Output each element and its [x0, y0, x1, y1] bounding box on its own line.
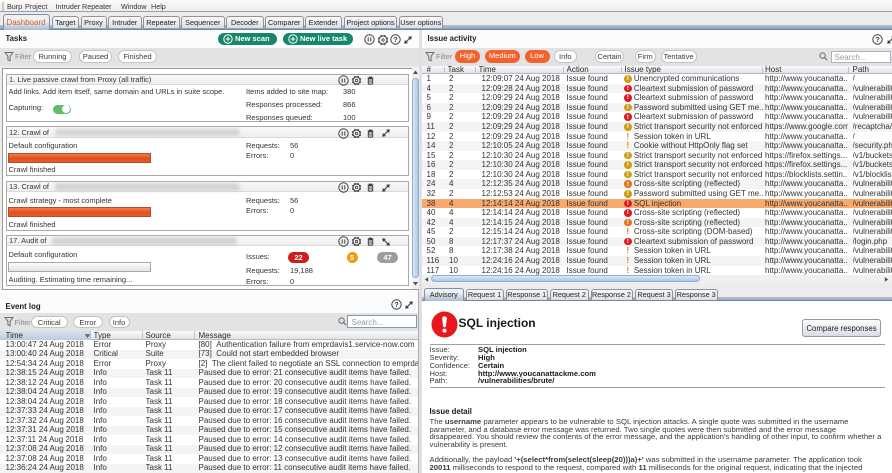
svg-text:?: ? [875, 35, 880, 44]
svg-text:?: ? [394, 300, 399, 309]
svg-text:?: ? [393, 35, 398, 44]
